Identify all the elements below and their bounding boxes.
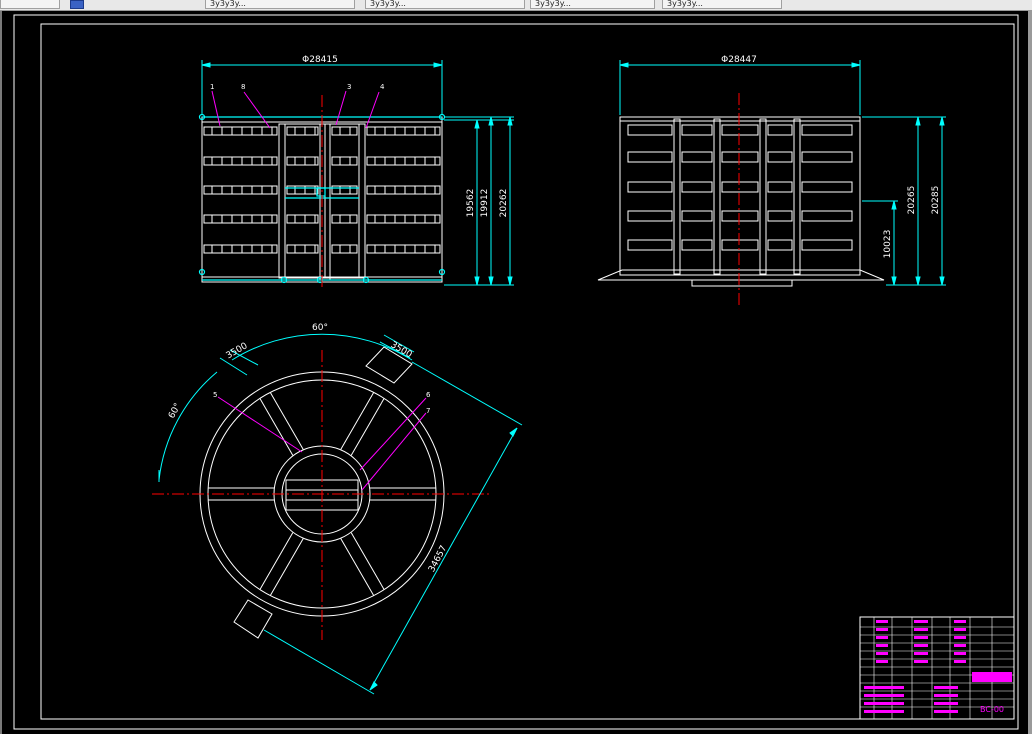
side-height-1: 20265	[907, 186, 917, 215]
balloon-1: 1	[210, 83, 214, 91]
balloon-3: 3	[347, 83, 351, 91]
front-height-3: 20262	[499, 189, 509, 218]
tab-label: 3y3y3y...	[667, 0, 703, 8]
document-tab-1[interactable]: 3y3y3y...	[205, 0, 355, 9]
balloon-5: 5	[213, 391, 217, 399]
document-icon	[70, 0, 84, 9]
plan-dimensions[interactable]	[158, 333, 523, 695]
front-width-label: Φ28415	[302, 55, 338, 65]
angle-left-label: 60°	[167, 402, 183, 421]
side-height-3: 10023	[883, 230, 893, 259]
document-tab-3[interactable]: 3y3y3y...	[530, 0, 655, 9]
drawing-canvas[interactable]: Φ28415 19562 19912 20262 1 8 3 4 Φ28447 …	[2, 11, 1032, 734]
angle-top-label: 60°	[312, 323, 328, 333]
sheet-outer-border	[13, 14, 1019, 730]
tab-label: 3y3y3y...	[210, 0, 246, 8]
tab-label: 3y3y3y...	[370, 0, 406, 8]
vertical-scrollbar[interactable]	[1028, 11, 1032, 734]
document-tab-2[interactable]: 3y3y3y...	[365, 0, 525, 9]
title-block[interactable]: BC-00	[859, 616, 1015, 720]
front-height-1: 19562	[466, 189, 476, 218]
title-block-name	[972, 672, 1012, 682]
front-height-2: 19912	[480, 189, 490, 218]
balloon-8: 8	[241, 83, 245, 91]
balloon-7: 7	[426, 407, 430, 415]
side-width-dimension[interactable]	[619, 60, 861, 115]
diagonal-label: 34657	[427, 544, 449, 574]
cad-model-space[interactable]: Φ28415 19562 19912 20262 1 8 3 4 Φ28447 …	[0, 11, 1032, 734]
document-tab-4[interactable]: 3y3y3y...	[662, 0, 782, 9]
sheet-inner-border	[40, 23, 1015, 720]
balloon-6: 6	[426, 391, 431, 399]
document-tab-0[interactable]	[0, 0, 60, 9]
side-width-label: Φ28447	[721, 55, 757, 65]
side-height-2: 20285	[931, 186, 941, 215]
front-view[interactable]: Φ28415 19562 19912 20262 1 8 3 4	[198, 55, 515, 290]
document-tab-bar: 3y3y3y... 3y3y3y... 3y3y3y... 3y3y3y...	[0, 0, 1032, 11]
tab-label: 3y3y3y...	[535, 0, 571, 8]
side-view[interactable]: Φ28447 20265 20285 10023	[597, 55, 946, 308]
plan-view[interactable]: 60° 60° 3500 3500 34657 5 6 7	[152, 323, 523, 695]
drawing-number: BC-00	[980, 705, 1004, 714]
balloon-4: 4	[380, 83, 385, 91]
